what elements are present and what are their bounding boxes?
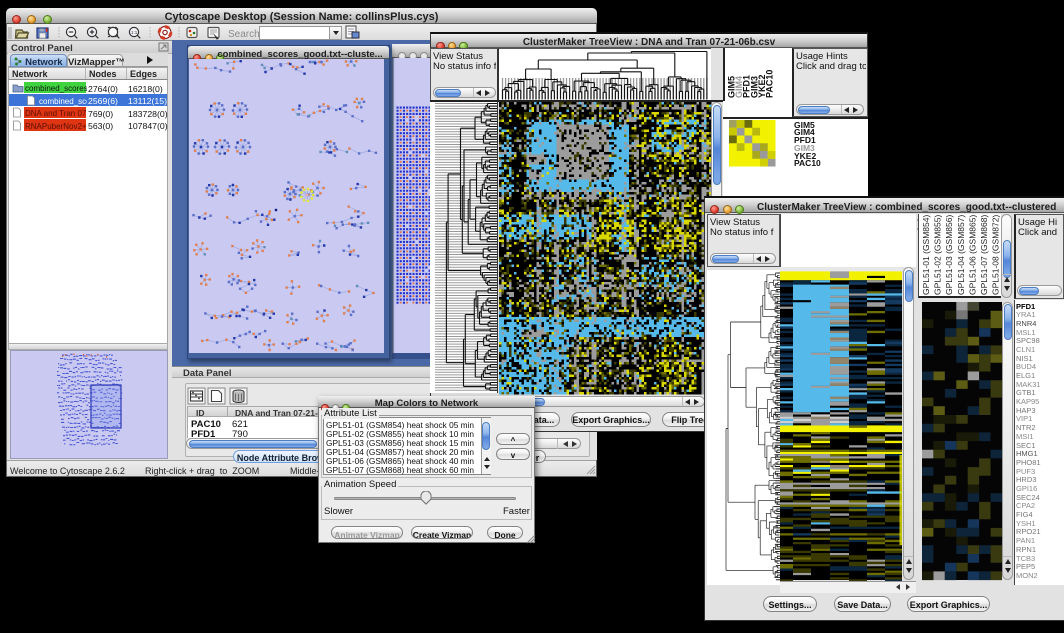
svg-text:1:1: 1:1 [131, 30, 138, 35]
